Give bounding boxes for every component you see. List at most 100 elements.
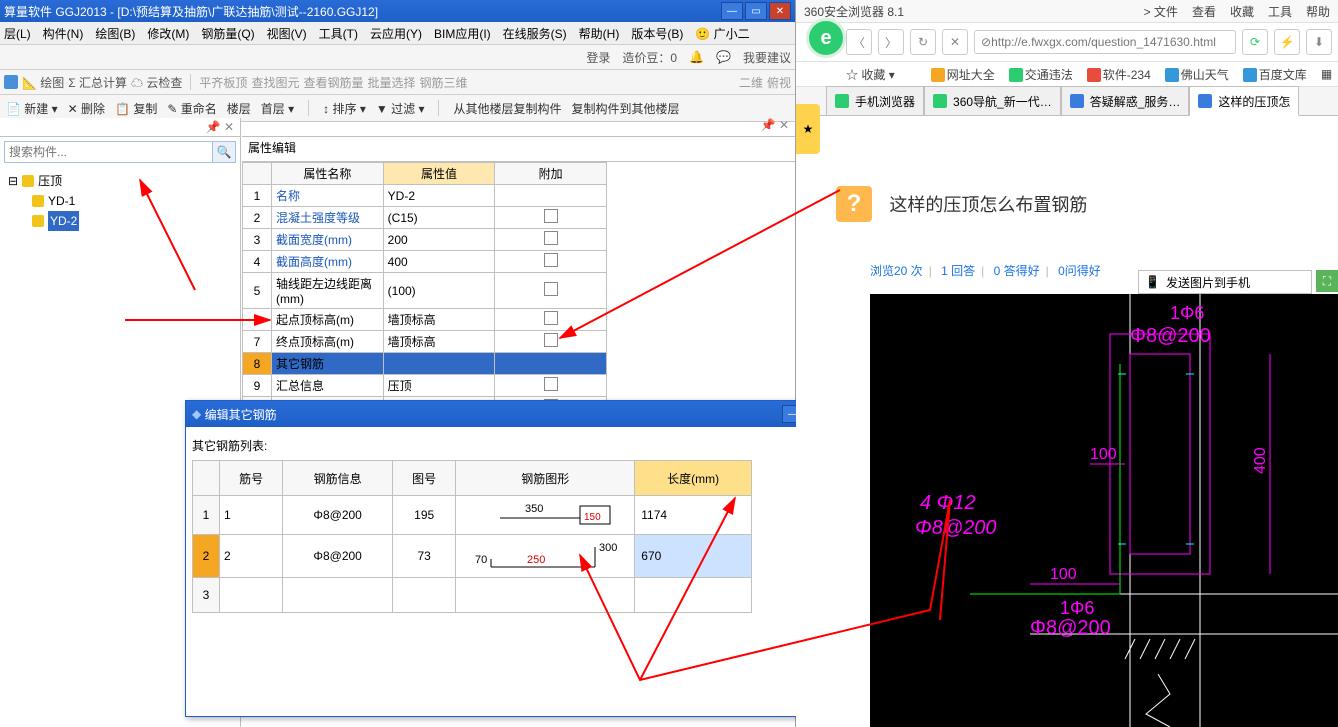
- menu-item[interactable]: 构件(N): [43, 25, 84, 42]
- find-tool: 查找图元: [251, 74, 299, 91]
- floor-select[interactable]: 首层 ▾: [261, 100, 294, 117]
- property-row[interactable]: 5轴线距左边线距离(mm)(100): [243, 273, 607, 309]
- view-2d[interactable]: 二维: [739, 74, 763, 91]
- login-link[interactable]: 登录: [586, 49, 610, 66]
- send-to-phone[interactable]: 📱 发送图片到手机: [1138, 270, 1312, 294]
- menu-item[interactable]: 绘图(B): [95, 25, 135, 42]
- tab[interactable]: 360导航_新一代…: [924, 86, 1061, 115]
- dialog-titlebar[interactable]: ◆ 编辑其它钢筋 — ▭ ✕: [186, 401, 858, 427]
- sort-button[interactable]: ↕ 排序 ▾: [323, 100, 366, 117]
- cloud-check-tool[interactable]: ☁ 云检查: [131, 74, 182, 91]
- property-row[interactable]: 2混凝土强度等级(C15): [243, 207, 607, 229]
- expand-button[interactable]: ⛶: [1316, 270, 1338, 292]
- undo-icon[interactable]: [4, 75, 18, 89]
- top-menu[interactable]: 查看: [1192, 3, 1216, 20]
- component-tree: ⊟ 压顶 YD-1 YD-2: [0, 167, 240, 235]
- menu-item[interactable]: 视图(V): [267, 25, 307, 42]
- menu-item[interactable]: BIM应用(I): [434, 25, 491, 42]
- bar3d-tool: 钢筋三维: [419, 74, 467, 91]
- menu-item[interactable]: 云应用(Y): [370, 25, 422, 42]
- search-input[interactable]: [5, 142, 212, 162]
- search-button[interactable]: 🔍: [212, 142, 235, 162]
- top-menu[interactable]: 帮助: [1306, 3, 1330, 20]
- download-icon[interactable]: ⬇: [1306, 29, 1332, 55]
- svg-text:250: 250: [527, 554, 545, 566]
- close-pane-icon[interactable]: ✕: [224, 120, 234, 134]
- fav-item[interactable]: 网址大全: [931, 66, 995, 83]
- filter-button[interactable]: ▼ 过滤 ▾: [376, 100, 425, 117]
- browser-logo-icon[interactable]: e: [806, 18, 846, 58]
- new-button[interactable]: 📄 新建 ▾: [6, 100, 58, 117]
- chat-icon[interactable]: 💬: [716, 50, 731, 64]
- fav-item[interactable]: 交通违法: [1009, 66, 1073, 83]
- table-row[interactable]: 2 2 Φ8@200 73 70300250 670: [193, 535, 752, 578]
- view-bird[interactable]: 俯视: [767, 74, 791, 91]
- url-field[interactable]: ⊘ http://e.fwxgx.com/question_1471630.ht…: [974, 30, 1236, 54]
- back-button[interactable]: 〈: [846, 29, 872, 55]
- copyto-button[interactable]: 复制构件到其他楼层: [571, 100, 679, 117]
- property-row[interactable]: 4截面高度(mm)400: [243, 251, 607, 273]
- fav-item[interactable]: 软件-234: [1087, 66, 1151, 83]
- menu-item[interactable]: 在线服务(S): [503, 25, 567, 42]
- tab[interactable]: 手机浏览器: [826, 86, 924, 115]
- maximize-button[interactable]: ▭: [745, 2, 767, 20]
- svg-text:Φ8@200: Φ8@200: [915, 517, 997, 539]
- tree-node-selected[interactable]: YD-2: [8, 211, 232, 231]
- tab[interactable]: 答疑解惑_服务…: [1061, 86, 1190, 115]
- ggj-menubar: 层(L) 构件(N) 绘图(B) 修改(M) 钢筋量(Q) 视图(V) 工具(T…: [0, 22, 795, 45]
- tab-icon: [1070, 94, 1084, 108]
- property-row[interactable]: 9汇总信息压顶: [243, 375, 607, 397]
- property-row[interactable]: 7终点顶标高(m)墙顶标高: [243, 331, 607, 353]
- pin-icon[interactable]: 📌: [761, 118, 776, 136]
- sidebar-star[interactable]: ★: [796, 104, 820, 154]
- copyfrom-button[interactable]: 从其他楼层复制构件: [453, 100, 561, 117]
- pin-icon[interactable]: 📌: [206, 120, 221, 134]
- delete-button[interactable]: ✕ 删除: [68, 100, 105, 117]
- menu-item[interactable]: 版本号(B): [631, 25, 683, 42]
- table-row[interactable]: 3: [193, 578, 752, 613]
- suggest-link[interactable]: 我要建议: [743, 49, 791, 66]
- draw-tool[interactable]: 📐 绘图: [22, 74, 64, 91]
- extension-icon[interactable]: ▦: [1321, 67, 1332, 81]
- copy-button[interactable]: 📋 复制: [115, 100, 157, 117]
- table-row[interactable]: 1 1 Φ8@200 195 350150 1174: [193, 496, 752, 535]
- reload-button[interactable]: ↻: [910, 29, 936, 55]
- menu-item[interactable]: 钢筋量(Q): [201, 25, 254, 42]
- property-row[interactable]: 6起点顶标高(m)墙顶标高: [243, 309, 607, 331]
- menu-item[interactable]: 帮助(H): [579, 25, 620, 42]
- menu-item[interactable]: 🙂 广小二: [695, 25, 749, 42]
- menu-item[interactable]: 修改(M): [147, 25, 189, 42]
- lightning-icon[interactable]: ⚡: [1274, 29, 1300, 55]
- property-row[interactable]: 1名称YD-2: [243, 185, 607, 207]
- browser-tabs: ◂ 手机浏览器 360导航_新一代… 答疑解惑_服务… 这样的压顶怎: [796, 87, 1338, 116]
- sum-tool[interactable]: Σ 汇总计算: [68, 74, 127, 91]
- top-menu[interactable]: 收藏: [1230, 3, 1254, 20]
- top-menu[interactable]: > 文件: [1144, 3, 1178, 20]
- fav-item[interactable]: 佛山天气: [1165, 66, 1229, 83]
- rename-button[interactable]: ✎ 重命名: [167, 100, 216, 117]
- price-label: 造价豆：0: [622, 49, 677, 66]
- property-row[interactable]: 3截面宽度(mm)200: [243, 229, 607, 251]
- close-icon[interactable]: ✕: [779, 118, 789, 136]
- ggj-titlebar[interactable]: 算量软件 GGJ2013 - [D:\预结算及抽筋\广联达抽筋\测试--2160…: [0, 0, 795, 22]
- forward-button[interactable]: 〉: [878, 29, 904, 55]
- tree-node[interactable]: YD-1: [8, 191, 232, 211]
- tree-root[interactable]: ⊟ 压顶: [8, 171, 232, 191]
- ggj-app-window: 算量软件 GGJ2013 - [D:\预结算及抽筋\广联达抽筋\测试--2160…: [0, 0, 796, 727]
- svg-text:Φ8@200: Φ8@200: [1030, 617, 1111, 639]
- rebar-table: 筋号 钢筋信息 图号 钢筋图形 长度(mm) 1 1 Φ8@200 195 35…: [192, 460, 752, 613]
- close-button[interactable]: ✕: [769, 2, 791, 20]
- top-menu[interactable]: 工具: [1268, 3, 1292, 20]
- close-tab-button[interactable]: ✕: [942, 29, 968, 55]
- property-row[interactable]: 8其它钢筋: [243, 353, 607, 375]
- minimize-button[interactable]: —: [721, 2, 743, 20]
- item-icon: [32, 195, 44, 207]
- menu-item[interactable]: 工具(T): [319, 25, 358, 42]
- menu-item[interactable]: 层(L): [4, 25, 31, 42]
- pin-bar: 📌 ✕: [0, 118, 240, 137]
- fav-item[interactable]: 百度文库: [1243, 66, 1307, 83]
- refresh-green-icon[interactable]: ⟳: [1242, 29, 1268, 55]
- fav-button[interactable]: ☆ 收藏 ▾: [846, 66, 895, 83]
- bell-icon[interactable]: 🔔: [689, 50, 704, 64]
- tab-active[interactable]: 这样的压顶怎: [1189, 86, 1299, 116]
